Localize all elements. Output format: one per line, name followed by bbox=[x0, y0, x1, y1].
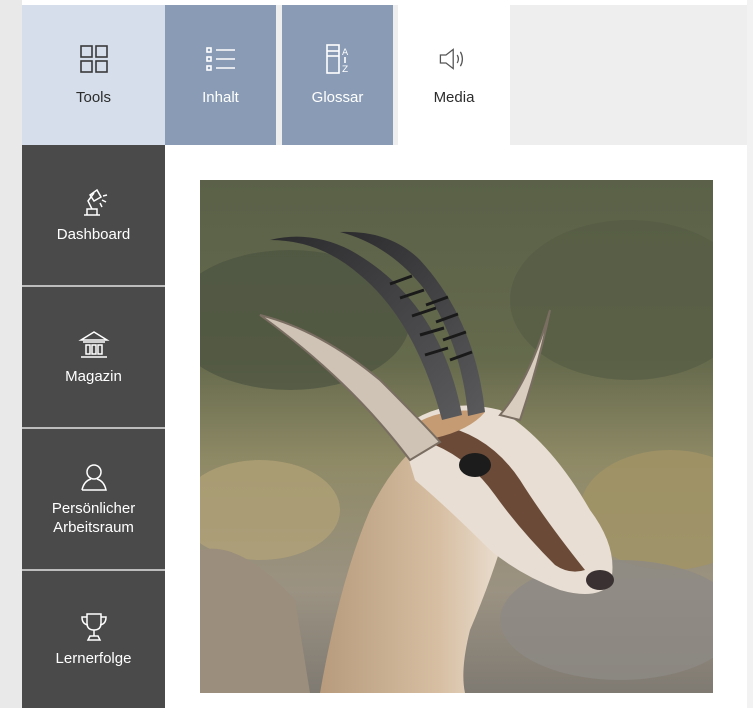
list-icon bbox=[205, 43, 237, 75]
sidebar: Dashboard Magazin Persönlicher Arbeitsra… bbox=[22, 145, 165, 708]
springbok-photo bbox=[200, 180, 713, 693]
background-shade-right bbox=[747, 0, 753, 708]
sidebar-item-dashboard-label: Dashboard bbox=[56, 225, 131, 243]
sidebar-item-persoenlicher-arbeitsraum-label: Persönlicher Arbeitsraum bbox=[52, 499, 135, 537]
label-line-2: Arbeitsraum bbox=[53, 519, 134, 536]
svg-text:A: A bbox=[342, 48, 349, 58]
background-shade-left bbox=[0, 0, 22, 708]
sidebar-item-magazin-label: Magazin bbox=[65, 367, 122, 385]
user-icon bbox=[78, 461, 110, 493]
building-icon bbox=[77, 329, 110, 361]
tab-tools-label: Tools bbox=[75, 89, 112, 106]
speaker-icon bbox=[438, 43, 470, 75]
sidebar-item-dashboard[interactable]: Dashboard bbox=[22, 145, 165, 285]
grid-icon bbox=[78, 43, 110, 75]
sidebar-item-magazin[interactable]: Magazin bbox=[22, 287, 165, 427]
tab-glossar-label: Glossar bbox=[311, 89, 364, 106]
tab-glossar[interactable]: A Z Glossar bbox=[282, 5, 393, 145]
sidebar-item-persoenlicher-arbeitsraum[interactable]: Persönlicher Arbeitsraum bbox=[22, 429, 165, 569]
tab-media[interactable]: Media bbox=[398, 5, 510, 145]
glossary-az-icon: A Z bbox=[322, 43, 354, 75]
tab-tools[interactable]: Tools bbox=[22, 5, 165, 145]
sidebar-item-lernerfolge-label: Lernerfolge bbox=[55, 650, 132, 667]
desk-lamp-icon bbox=[78, 187, 110, 219]
sidebar-item-lernerfolge[interactable]: Lernerfolge bbox=[22, 571, 165, 708]
main-content bbox=[165, 145, 747, 708]
trophy-icon bbox=[78, 611, 110, 643]
top-tab-bar: Tools Inhalt A Z Glossar Media bbox=[22, 5, 747, 145]
label-line-1: Persönlicher bbox=[51, 500, 136, 517]
tab-inhalt[interactable]: Inhalt bbox=[165, 5, 276, 145]
tab-inhalt-label: Inhalt bbox=[202, 89, 239, 106]
svg-text:Z: Z bbox=[342, 65, 348, 75]
tab-media-label: Media bbox=[433, 89, 475, 106]
